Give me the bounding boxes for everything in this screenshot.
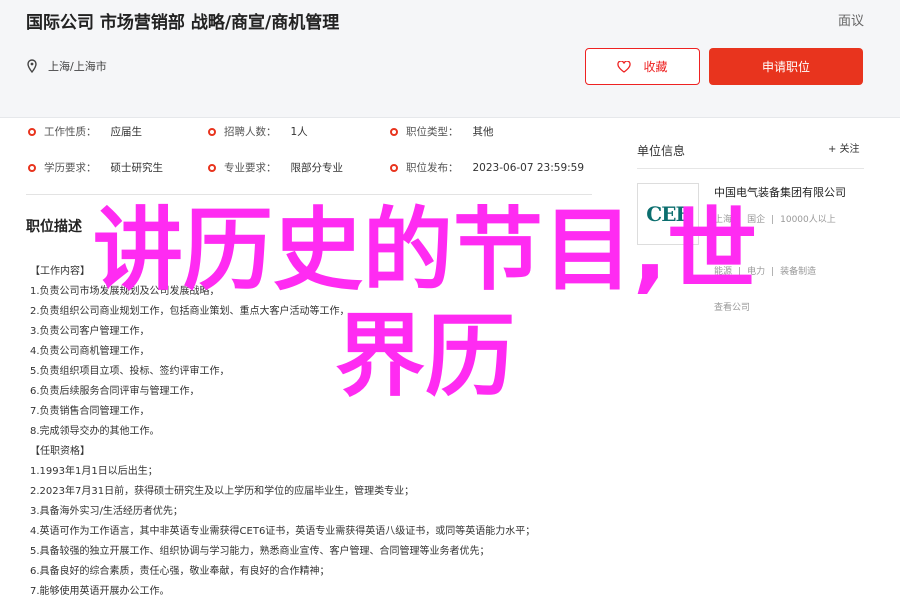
info-publish-date: 职位发布： 2023-06-07 23:59:59 bbox=[390, 160, 584, 175]
description-line: 1.1993年1月1日以后出生； bbox=[30, 466, 158, 477]
description-line: 7.能够使用英语开展办公工作。 bbox=[30, 586, 170, 597]
description-line: 2.2023年7月31日前，获得硕士研究生及以上学历和学位的应届毕业生，管理类专… bbox=[30, 486, 415, 497]
apply-button[interactable]: 申请职位 bbox=[709, 48, 863, 85]
job-title: 国际公司 市场营销部 战略/商宣/商机管理 bbox=[26, 13, 340, 33]
bullet-icon bbox=[28, 127, 36, 136]
favorite-button[interactable]: 收藏 bbox=[585, 48, 700, 85]
salary-text: 面议 bbox=[837, 14, 864, 29]
overlay-line-1: 讲历史的节目,世 bbox=[92, 198, 758, 303]
bullet-icon bbox=[208, 163, 216, 172]
company-info-title: 单位信息 bbox=[637, 144, 686, 158]
info-education: 学历要求： 硕士研究生 bbox=[28, 160, 163, 175]
description-line: 3.具备海外实习/生活经历者优先； bbox=[30, 506, 183, 517]
bullet-icon bbox=[390, 127, 398, 136]
location: 上海/上海市 bbox=[26, 58, 107, 74]
divider bbox=[26, 194, 592, 195]
location-pin-icon bbox=[27, 59, 37, 73]
info-headcount: 招聘人数： 1人 bbox=[208, 124, 308, 139]
follow-button[interactable]: + 关注 bbox=[828, 140, 860, 155]
overlay-caption: 讲历史的节目,世 界历 bbox=[40, 198, 810, 410]
description-line: 8.完成领导交办的其他工作。 bbox=[30, 426, 160, 437]
description-line: 6.具备良好的综合素质，责任心强，敬业奉献，有良好的合作精神； bbox=[30, 566, 330, 577]
overlay-line-2: 界历 bbox=[335, 304, 515, 409]
heart-icon bbox=[617, 60, 632, 73]
divider bbox=[637, 168, 864, 169]
info-work-type: 工作性质： 应届生 bbox=[28, 124, 142, 139]
description-line: 4.英语可作为工作语言，其中非英语专业需获得CET6证书，英语专业需获得英语八级… bbox=[30, 526, 536, 537]
info-job-type: 职位类型： 其他 bbox=[390, 124, 494, 139]
bullet-icon bbox=[28, 163, 36, 172]
bullet-icon bbox=[390, 163, 398, 172]
favorite-label: 收藏 bbox=[643, 60, 668, 74]
location-text: 上海/上海市 bbox=[48, 60, 107, 73]
info-major: 专业要求： 限部分专业 bbox=[208, 160, 343, 175]
description-line: 5.具备较强的独立开展工作、组织协调与学习能力，熟悉商业宣传、客户管理、合同管理… bbox=[30, 546, 490, 557]
bullet-icon bbox=[208, 127, 216, 136]
job-header: 国际公司 市场营销部 战略/商宣/商机管理 面议 上海/上海市 收藏 申请职位 bbox=[0, 0, 900, 118]
description-line: 【任职资格】 bbox=[30, 446, 90, 457]
